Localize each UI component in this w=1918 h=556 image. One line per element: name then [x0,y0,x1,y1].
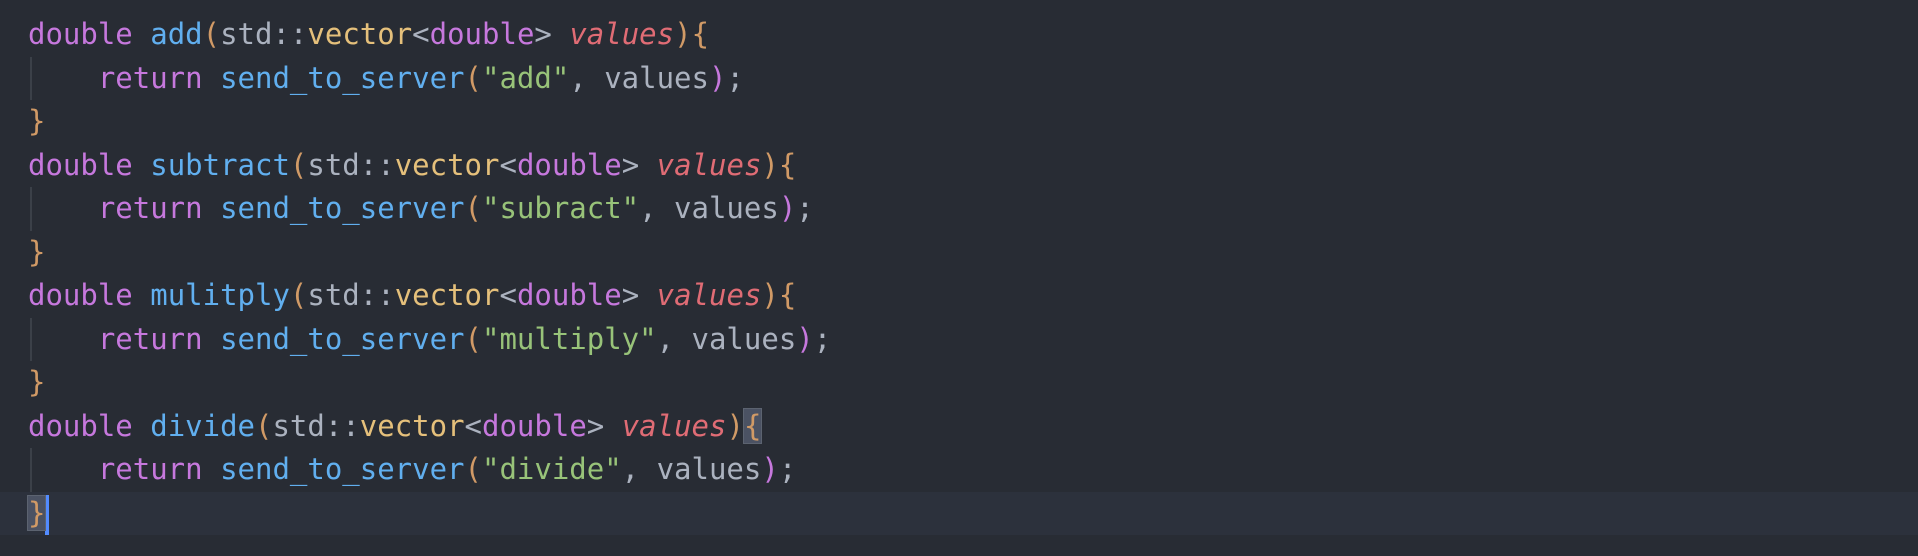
function-call-token: send_to_server [220,321,465,356]
code-line[interactable]: double subtract(std::vector<double> valu… [0,144,1918,188]
function-name-token: subtract [150,147,290,182]
code-line[interactable]: return send_to_server("divide", values); [0,448,1918,492]
function-name-token: mulitply [150,278,290,312]
code-line[interactable]: double add(std::vector<double> values){ [0,13,1918,57]
closing-brace: } [28,104,46,138]
code-line[interactable]: return send_to_server("add", values); [0,56,1918,100]
keyword-token: return [97,191,203,225]
string-token: "multiply" [481,321,657,356]
function-name-token: add [150,17,203,51]
keyword-token: return [97,60,203,95]
code-line[interactable]: return send_to_server("subract", values)… [0,187,1918,231]
code-line[interactable]: return send_to_server("multiply", values… [0,317,1918,361]
parameter-token: values [569,17,675,51]
matched-brace-highlight: { [742,407,763,444]
closing-brace: } [28,234,46,269]
closing-brace-highlight: } [26,494,47,531]
string-token: "subract" [481,191,640,225]
indent-guide [30,448,32,492]
keyword-token: double [28,17,133,51]
keyword-token: return [97,452,203,486]
active-code-line[interactable]: } [0,491,1918,535]
parameter-token: values [656,278,762,312]
keyword-token: double [28,408,133,443]
type-token: vector [359,408,465,443]
parameter-token: values [621,408,727,443]
code-line[interactable]: double mulitply(std::vector<double> valu… [0,274,1918,318]
keyword-token: double [28,278,133,312]
parameter-token: values [656,147,762,182]
indent-guide [30,317,32,361]
type-token: vector [307,17,413,51]
code-line[interactable]: } [0,100,1918,144]
string-token: "add" [481,60,570,95]
indent-guide [30,187,32,231]
function-call-token: send_to_server [220,191,465,225]
keyword-token: return [97,321,203,356]
function-name-token: divide [150,408,255,443]
code-line[interactable]: double divide(std::vector<double> values… [0,405,1918,449]
code-line[interactable]: } [0,231,1918,275]
closing-brace: } [28,365,46,399]
type-token: vector [394,147,500,182]
type-token: vector [394,278,500,312]
indent-guide [30,56,32,100]
code-line[interactable]: } [0,361,1918,405]
function-call-token: send_to_server [220,60,465,95]
keyword-token: double [28,147,133,182]
text-cursor [45,494,50,535]
function-call-token: send_to_server [220,452,465,486]
string-token: "divide" [481,452,622,486]
code-editor[interactable]: double add(std::vector<double> values){ … [0,0,1918,556]
